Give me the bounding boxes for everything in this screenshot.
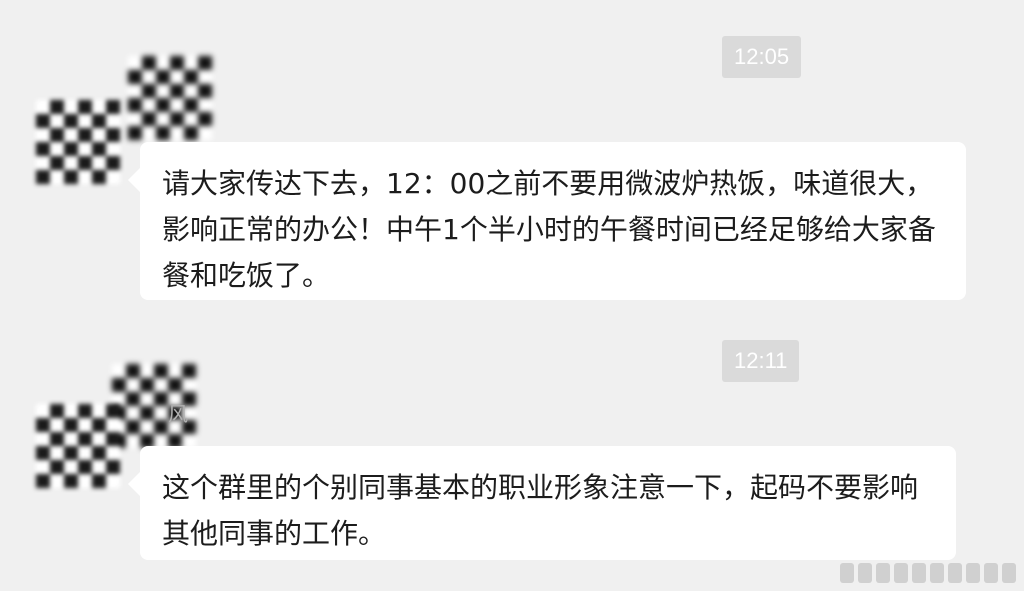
message-text: 这个群里的个别同事基本的职业形象注意一下，起码不要影响其他同事的工作。	[162, 471, 919, 550]
watermark-glyph	[948, 563, 962, 583]
watermark	[840, 563, 1016, 583]
watermark-glyph	[984, 563, 998, 583]
watermark-glyph	[840, 563, 854, 583]
watermark-glyph	[876, 563, 890, 583]
sender-name-redaction	[128, 56, 212, 140]
message-text: 请大家传达下去，12：00之前不要用微波炉热饭，味道很大，影响正常的办公！中午1…	[162, 167, 936, 292]
message-bubble[interactable]: 请大家传达下去，12：00之前不要用微波炉热饭，味道很大，影响正常的办公！中午1…	[128, 142, 966, 300]
watermark-glyph	[1002, 563, 1016, 583]
watermark-glyph	[912, 563, 926, 583]
watermark-glyph	[858, 563, 872, 583]
sender-avatar[interactable]	[36, 404, 120, 488]
watermark-glyph	[930, 563, 944, 583]
message-timestamp: 12:11	[722, 340, 800, 382]
watermark-glyph	[966, 563, 980, 583]
sender-avatar[interactable]	[36, 100, 120, 184]
watermark-glyph	[894, 563, 908, 583]
message-bubble[interactable]: 这个群里的个别同事基本的职业形象注意一下，起码不要影响其他同事的工作。	[128, 446, 956, 560]
message-timestamp: 12:05	[722, 36, 802, 78]
sender-name: 风	[168, 402, 188, 426]
